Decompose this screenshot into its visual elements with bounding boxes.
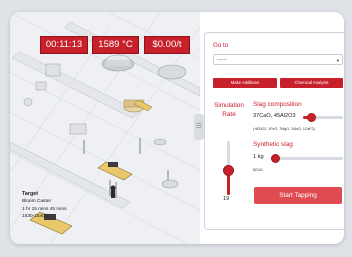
slag-composition-thumb[interactable]	[306, 113, 316, 122]
cost-display: $0.00/t	[144, 36, 190, 54]
slag-composition-label: Slag composition	[253, 101, 302, 108]
chemical-analysis-button[interactable]: Chemical Analysis	[280, 78, 343, 88]
make-additions-button[interactable]: Make Additions	[213, 78, 277, 88]
goto-label: Go to	[213, 42, 229, 49]
target-info: Target Bloom Caster 1 hr 15 mins 45 mins…	[22, 191, 67, 221]
panel-collapse-handle[interactable]: ☰	[194, 114, 204, 140]
start-tapping-button[interactable]: Start Tapping	[254, 187, 342, 204]
simulation-rate-value: 19	[223, 196, 230, 202]
target-line: 1530-1540°C	[22, 214, 51, 220]
grip-icon: ☰	[195, 123, 203, 130]
simulation-rate-thumb[interactable]	[223, 165, 234, 177]
slag-composition-detail: (+8SiO2, 1FeO, 7MgO, 1MnO, 1CaF2)	[253, 127, 315, 131]
control-panel: Go to ------ ▾ Make Additions Chemical A…	[204, 32, 344, 230]
synthetic-slag-thumb[interactable]	[271, 154, 281, 163]
simulation-viewport[interactable]: 00:11:13 1589 °C $0.00/t Target Bloom Ca…	[10, 12, 200, 244]
elapsed-time-display: 00:11:13	[40, 36, 88, 54]
synthetic-slag-cost: $2101	[253, 168, 263, 172]
slag-composition-value: 37CaO, 45Al2O3	[253, 113, 296, 119]
temperature-display: 1589 °C	[92, 36, 139, 54]
target-line: Bloom Caster	[22, 199, 52, 205]
app-window: 00:11:13 1589 °C $0.00/t Target Bloom Ca…	[10, 12, 344, 244]
synthetic-slag-value: 1 kg	[253, 154, 264, 160]
goto-select[interactable]: ------ ▾	[213, 54, 343, 65]
worker-figure	[110, 185, 116, 198]
goto-select-value: ------	[217, 57, 227, 63]
chevron-down-icon: ▾	[336, 58, 339, 63]
synthetic-slag-label: Synthetic slag	[253, 141, 293, 148]
synthetic-slag-slider[interactable]	[273, 157, 343, 160]
target-heading: Target	[22, 191, 39, 197]
simulation-rate-label: Simulation Rate	[214, 102, 244, 118]
target-line: 1 hr 15 mins 45 mins	[22, 206, 67, 212]
